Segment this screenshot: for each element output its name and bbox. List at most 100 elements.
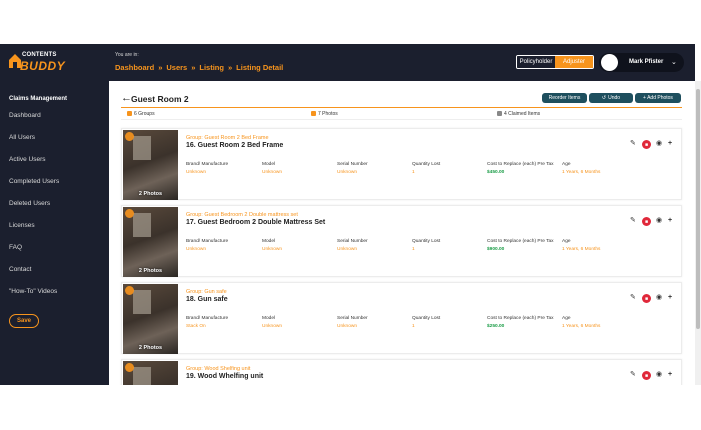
- item-group: Group: Wood Shelfing unit: [186, 366, 251, 372]
- item-name: 16. Guest Room 2 Bed Frame: [186, 142, 284, 149]
- groups-icon: [127, 111, 132, 116]
- item-serial-value: Unknown: [337, 170, 357, 175]
- item-actions: ✎ ■ ◉ +: [628, 216, 680, 226]
- item-group: Group: Gun safe: [186, 289, 227, 295]
- item-photo[interactable]: 2 Photos: [123, 284, 178, 354]
- item-photo[interactable]: 2 Photos: [123, 130, 178, 200]
- summary-groups-text: 6 Groups: [134, 111, 155, 117]
- item-card[interactable]: 2 Photos Group: Gun safe 18. Gun safe Brand…: [121, 282, 682, 354]
- pencil-icon[interactable]: ✎: [630, 293, 636, 303]
- column-label-serial: Serial Number: [337, 316, 368, 321]
- item-group: Group: Guest Bedroom 2 Double mattress s…: [186, 212, 298, 218]
- column-label-cost: Cost to Replace (each) Pre Tax: [487, 162, 554, 167]
- breadcrumb: Dashboard» Users» Listing» Listing Detail: [115, 63, 283, 72]
- item-cost-value: $250.00: [487, 324, 505, 329]
- sidebar-item-active-users[interactable]: Active Users: [9, 156, 45, 163]
- reorder-items-button[interactable]: Reorder Items: [542, 93, 587, 103]
- summary-photos-text: 7 Photos: [318, 111, 338, 117]
- column-label-cost: Cost to Replace (each) Pre Tax: [487, 316, 554, 321]
- pencil-icon[interactable]: ✎: [630, 139, 636, 149]
- top-margin: [0, 0, 701, 44]
- breadcrumb-listing[interactable]: Listing: [199, 63, 224, 72]
- page-title: Guest Room 2: [131, 94, 189, 104]
- sidebar-item-dashboard[interactable]: Dashboard: [9, 112, 41, 119]
- role-policyholder-button[interactable]: Policyholder: [517, 56, 555, 68]
- contents-buddy-logo[interactable]: CONTENTS BUDDY: [8, 50, 68, 76]
- item-serial-value: Unknown: [337, 324, 357, 329]
- item-actions: ✎ ■ ◉ +: [628, 370, 680, 380]
- item-card[interactable]: 2 Photos Group: Guest Bedroom 2 Double ma…: [121, 205, 682, 277]
- undo-button[interactable]: ↺ Undo: [589, 93, 633, 103]
- item-photo[interactable]: [123, 361, 178, 385]
- pencil-icon[interactable]: ✎: [630, 370, 636, 380]
- summary-claimed: 4 Claimed Items: [497, 111, 540, 117]
- role-adjuster-button[interactable]: Adjuster: [555, 56, 593, 68]
- trash-icon[interactable]: ■: [642, 294, 651, 303]
- summary-groups: 6 Groups: [127, 111, 155, 117]
- breadcrumb-dashboard[interactable]: Dashboard: [115, 63, 154, 72]
- sidebar-item-deleted-users[interactable]: Deleted Users: [9, 200, 50, 207]
- plus-icon[interactable]: +: [668, 370, 672, 380]
- item-qty-value: 1: [412, 247, 415, 252]
- item-age-value: 1 Years, 6 Months: [562, 324, 601, 329]
- photo-count: 2 Photos: [138, 345, 163, 351]
- pencil-icon[interactable]: ✎: [630, 216, 636, 226]
- item-brand-value: Unknown: [186, 247, 206, 252]
- eye-icon[interactable]: ◉: [656, 139, 662, 149]
- plus-icon[interactable]: +: [668, 293, 672, 303]
- main-scrollbar[interactable]: [695, 81, 701, 385]
- sidebar-item-all-users[interactable]: All Users: [9, 134, 35, 141]
- breadcrumb-listing-detail[interactable]: Listing Detail: [236, 63, 283, 72]
- scrollbar-thumb[interactable]: [696, 89, 700, 329]
- trash-icon[interactable]: ■: [642, 371, 651, 380]
- breadcrumb-separator: »: [227, 63, 233, 72]
- role-switch: Policyholder Adjuster: [516, 55, 594, 69]
- main-content: ← Guest Room 2 Reorder Items ↺ Undo + Add…: [109, 81, 695, 385]
- column-label-age: Age: [562, 162, 571, 167]
- item-actions: ✎ ■ ◉ +: [628, 139, 680, 149]
- user-menu[interactable]: Mark Pfister ⌄: [599, 53, 684, 72]
- item-model-value: Unknown: [262, 170, 282, 175]
- column-label-model: Model: [262, 239, 276, 244]
- item-card[interactable]: 2 Photos Group: Guest Room 2 Bed Frame 16.…: [121, 128, 682, 200]
- column-label-brand: Brand/ Manufacture: [186, 239, 229, 244]
- item-qty-value: 1: [412, 170, 415, 175]
- item-name: 18. Gun safe: [186, 296, 228, 303]
- item-group: Group: Guest Room 2 Bed Frame: [186, 135, 269, 141]
- item-age-value: 1 Years, 6 Months: [562, 247, 601, 252]
- logo-text-top: CONTENTS: [22, 52, 57, 58]
- breadcrumb-users[interactable]: Users: [166, 63, 187, 72]
- app-window: CONTENTS BUDDY You are in: Dashboard » Use…: [0, 0, 701, 430]
- column-label-cost: Cost to Replace (each) Pre Tax: [487, 239, 554, 244]
- trash-icon[interactable]: ■: [642, 140, 651, 149]
- location-label: You are in:: [115, 52, 139, 58]
- top-header: CONTENTS BUDDY You are in: Dashboard » Use…: [0, 44, 695, 81]
- trash-icon[interactable]: ■: [642, 217, 651, 226]
- sidebar-item-faq[interactable]: FAQ: [9, 244, 22, 251]
- plus-icon[interactable]: +: [668, 216, 672, 226]
- save-button[interactable]: Save: [9, 314, 39, 328]
- sidebar-section-title: Claims Management: [9, 96, 68, 102]
- sidebar-item-licenses[interactable]: Licenses: [9, 222, 35, 229]
- eye-icon[interactable]: ◉: [656, 293, 662, 303]
- plus-icon[interactable]: +: [668, 139, 672, 149]
- photo-detail: [133, 136, 151, 160]
- photo-detail: [133, 290, 151, 314]
- photo-count: 2 Photos: [138, 191, 163, 197]
- avatar: [601, 54, 618, 71]
- photo-badge-icon: [125, 209, 134, 218]
- column-label-qty: Quantity Lost: [412, 162, 441, 167]
- sidebar-item-contact[interactable]: Contact: [9, 266, 31, 273]
- sidebar-item-how-to-videos[interactable]: "How-To" Videos: [9, 288, 57, 295]
- column-label-brand: Brand/ Manufacture: [186, 162, 229, 167]
- item-card[interactable]: Group: Wood Shelfing unit 19. Wood Whelfi…: [121, 359, 682, 385]
- item-photo[interactable]: 2 Photos: [123, 207, 178, 277]
- sidebar-item-completed-users[interactable]: Completed Users: [9, 178, 59, 185]
- column-label-model: Model: [262, 162, 276, 167]
- item-qty-value: 1: [412, 324, 415, 329]
- add-photos-button[interactable]: + Add Photos: [635, 93, 681, 103]
- column-label-brand: Brand/ Manufacture: [186, 316, 229, 321]
- eye-icon[interactable]: ◉: [656, 370, 662, 380]
- bottom-margin: [0, 385, 701, 430]
- eye-icon[interactable]: ◉: [656, 216, 662, 226]
